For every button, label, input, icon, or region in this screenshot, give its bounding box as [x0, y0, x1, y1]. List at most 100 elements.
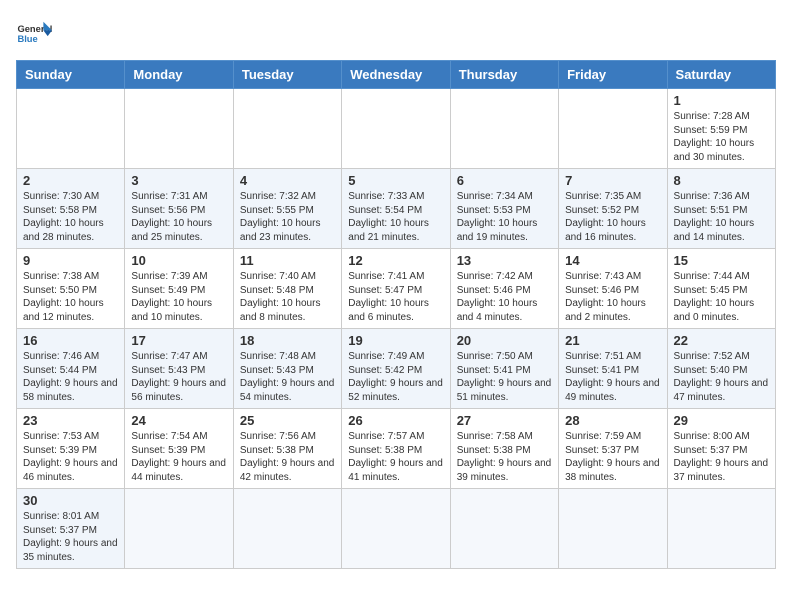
day-info: Sunrise: 7:50 AM Sunset: 5:41 PM Dayligh…: [457, 350, 552, 404]
day-number: 13: [457, 253, 552, 268]
day-info: Sunrise: 7:44 AM Sunset: 5:45 PM Dayligh…: [674, 270, 769, 324]
calendar-cell: 17Sunrise: 7:47 AM Sunset: 5:43 PM Dayli…: [125, 329, 233, 409]
day-info: Sunrise: 7:46 AM Sunset: 5:44 PM Dayligh…: [23, 350, 118, 404]
weekday-header-saturday: Saturday: [667, 61, 775, 89]
svg-text:Blue: Blue: [17, 34, 37, 44]
week-row-2: 2Sunrise: 7:30 AM Sunset: 5:58 PM Daylig…: [17, 169, 776, 249]
weekday-header-row: SundayMondayTuesdayWednesdayThursdayFrid…: [17, 61, 776, 89]
calendar-cell: 9 Sunrise: 7:38 AM Sunset: 5:50 PM Daylig…: [17, 249, 125, 329]
day-info: Sunrise: 7:36 AM Sunset: 5:51 PM Dayligh…: [674, 190, 769, 244]
calendar-cell: 7 Sunrise: 7:35 AM Sunset: 5:52 PM Daylig…: [559, 169, 667, 249]
day-number: 4: [240, 173, 335, 188]
day-info: Sunrise: 7:39 AM Sunset: 5:49 PM Dayligh…: [131, 270, 226, 324]
day-info: Sunrise: 7:43 AM Sunset: 5:46 PM Dayligh…: [565, 270, 660, 324]
calendar-cell: 30 Sunrise: 8:01 AM Sunset: 5:37 PM Dayli…: [17, 489, 125, 569]
calendar-cell: [342, 489, 450, 569]
calendar-cell: 29Sunrise: 8:00 AM Sunset: 5:37 PM Dayli…: [667, 409, 775, 489]
day-number: 7: [565, 173, 660, 188]
day-info: Sunrise: 8:01 AM Sunset: 5:37 PM Dayligh…: [23, 510, 118, 564]
day-number: 22: [674, 333, 769, 348]
day-number: 6: [457, 173, 552, 188]
day-number: 23: [23, 413, 118, 428]
day-info: Sunrise: 7:58 AM Sunset: 5:38 PM Dayligh…: [457, 430, 552, 484]
calendar-cell: 26Sunrise: 7:57 AM Sunset: 5:38 PM Dayli…: [342, 409, 450, 489]
week-row-1: 1 Sunrise: 7:28 AM Sunset: 5:59 PM Daylig…: [17, 89, 776, 169]
day-info: Sunrise: 7:52 AM Sunset: 5:40 PM Dayligh…: [674, 350, 769, 404]
day-number: 14: [565, 253, 660, 268]
day-number: 10: [131, 253, 226, 268]
weekday-header-monday: Monday: [125, 61, 233, 89]
calendar-cell: [17, 89, 125, 169]
day-number: 21: [565, 333, 660, 348]
calendar: SundayMondayTuesdayWednesdayThursdayFrid…: [16, 60, 776, 569]
calendar-cell: 23 Sunrise: 7:53 AM Sunset: 5:39 PM Dayli…: [17, 409, 125, 489]
calendar-cell: 13 Sunrise: 7:42 AM Sunset: 5:46 PM Dayli…: [450, 249, 558, 329]
calendar-cell: 1 Sunrise: 7:28 AM Sunset: 5:59 PM Daylig…: [667, 89, 775, 169]
day-info: Sunrise: 7:28 AM Sunset: 5:59 PM Dayligh…: [674, 110, 769, 164]
calendar-cell: 12 Sunrise: 7:41 AM Sunset: 5:47 PM Dayli…: [342, 249, 450, 329]
calendar-cell: 8 Sunrise: 7:36 AM Sunset: 5:51 PM Daylig…: [667, 169, 775, 249]
day-number: 5: [348, 173, 443, 188]
day-info: Sunrise: 7:35 AM Sunset: 5:52 PM Dayligh…: [565, 190, 660, 244]
week-row-3: 9 Sunrise: 7:38 AM Sunset: 5:50 PM Daylig…: [17, 249, 776, 329]
day-number: 30: [23, 493, 118, 508]
day-info: Sunrise: 7:54 AM Sunset: 5:39 PM Dayligh…: [131, 430, 226, 484]
weekday-header-wednesday: Wednesday: [342, 61, 450, 89]
day-number: 20: [457, 333, 552, 348]
day-info: Sunrise: 7:56 AM Sunset: 5:38 PM Dayligh…: [240, 430, 335, 484]
calendar-cell: 4 Sunrise: 7:32 AM Sunset: 5:55 PM Daylig…: [233, 169, 341, 249]
calendar-cell: [559, 89, 667, 169]
day-info: Sunrise: 7:51 AM Sunset: 5:41 PM Dayligh…: [565, 350, 660, 404]
day-number: 18: [240, 333, 335, 348]
calendar-cell: 14 Sunrise: 7:43 AM Sunset: 5:46 PM Dayli…: [559, 249, 667, 329]
day-info: Sunrise: 7:57 AM Sunset: 5:38 PM Dayligh…: [348, 430, 443, 484]
day-info: Sunrise: 7:32 AM Sunset: 5:55 PM Dayligh…: [240, 190, 335, 244]
day-number: 1: [674, 93, 769, 108]
day-number: 28: [565, 413, 660, 428]
day-info: Sunrise: 7:31 AM Sunset: 5:56 PM Dayligh…: [131, 190, 226, 244]
day-number: 8: [674, 173, 769, 188]
day-number: 16: [23, 333, 118, 348]
calendar-cell: 2Sunrise: 7:30 AM Sunset: 5:58 PM Daylig…: [17, 169, 125, 249]
weekday-header-thursday: Thursday: [450, 61, 558, 89]
day-number: 2: [23, 173, 118, 188]
day-info: Sunrise: 7:41 AM Sunset: 5:47 PM Dayligh…: [348, 270, 443, 324]
calendar-cell: [233, 489, 341, 569]
calendar-cell: 5Sunrise: 7:33 AM Sunset: 5:54 PM Daylig…: [342, 169, 450, 249]
day-number: 27: [457, 413, 552, 428]
day-number: 9: [23, 253, 118, 268]
weekday-header-friday: Friday: [559, 61, 667, 89]
weekday-header-sunday: Sunday: [17, 61, 125, 89]
calendar-cell: [450, 489, 558, 569]
calendar-cell: 15 Sunrise: 7:44 AM Sunset: 5:45 PM Dayli…: [667, 249, 775, 329]
day-info: Sunrise: 7:42 AM Sunset: 5:46 PM Dayligh…: [457, 270, 552, 324]
day-info: Sunrise: 7:59 AM Sunset: 5:37 PM Dayligh…: [565, 430, 660, 484]
day-number: 15: [674, 253, 769, 268]
calendar-cell: 10 Sunrise: 7:39 AM Sunset: 5:49 PM Dayli…: [125, 249, 233, 329]
day-number: 19: [348, 333, 443, 348]
week-row-4: 16 Sunrise: 7:46 AM Sunset: 5:44 PM Dayli…: [17, 329, 776, 409]
week-row-5: 23 Sunrise: 7:53 AM Sunset: 5:39 PM Dayli…: [17, 409, 776, 489]
calendar-cell: 18Sunrise: 7:48 AM Sunset: 5:43 PM Dayli…: [233, 329, 341, 409]
calendar-cell: 11Sunrise: 7:40 AM Sunset: 5:48 PM Dayli…: [233, 249, 341, 329]
day-info: Sunrise: 7:53 AM Sunset: 5:39 PM Dayligh…: [23, 430, 118, 484]
header: General Blue: [16, 16, 776, 52]
calendar-cell: 19Sunrise: 7:49 AM Sunset: 5:42 PM Dayli…: [342, 329, 450, 409]
calendar-cell: 3Sunrise: 7:31 AM Sunset: 5:56 PM Daylig…: [125, 169, 233, 249]
day-info: Sunrise: 7:47 AM Sunset: 5:43 PM Dayligh…: [131, 350, 226, 404]
calendar-cell: [559, 489, 667, 569]
calendar-cell: 16 Sunrise: 7:46 AM Sunset: 5:44 PM Dayli…: [17, 329, 125, 409]
day-number: 12: [348, 253, 443, 268]
calendar-cell: [450, 89, 558, 169]
day-number: 25: [240, 413, 335, 428]
calendar-cell: 6Sunrise: 7:34 AM Sunset: 5:53 PM Daylig…: [450, 169, 558, 249]
calendar-cell: [233, 89, 341, 169]
calendar-cell: 24Sunrise: 7:54 AM Sunset: 5:39 PM Dayli…: [125, 409, 233, 489]
logo-icon: General Blue: [16, 16, 52, 52]
calendar-cell: 21 Sunrise: 7:51 AM Sunset: 5:41 PM Dayli…: [559, 329, 667, 409]
day-info: Sunrise: 7:38 AM Sunset: 5:50 PM Dayligh…: [23, 270, 118, 324]
calendar-cell: 25 Sunrise: 7:56 AM Sunset: 5:38 PM Dayli…: [233, 409, 341, 489]
calendar-cell: 28 Sunrise: 7:59 AM Sunset: 5:37 PM Dayli…: [559, 409, 667, 489]
day-info: Sunrise: 8:00 AM Sunset: 5:37 PM Dayligh…: [674, 430, 769, 484]
calendar-cell: [125, 89, 233, 169]
